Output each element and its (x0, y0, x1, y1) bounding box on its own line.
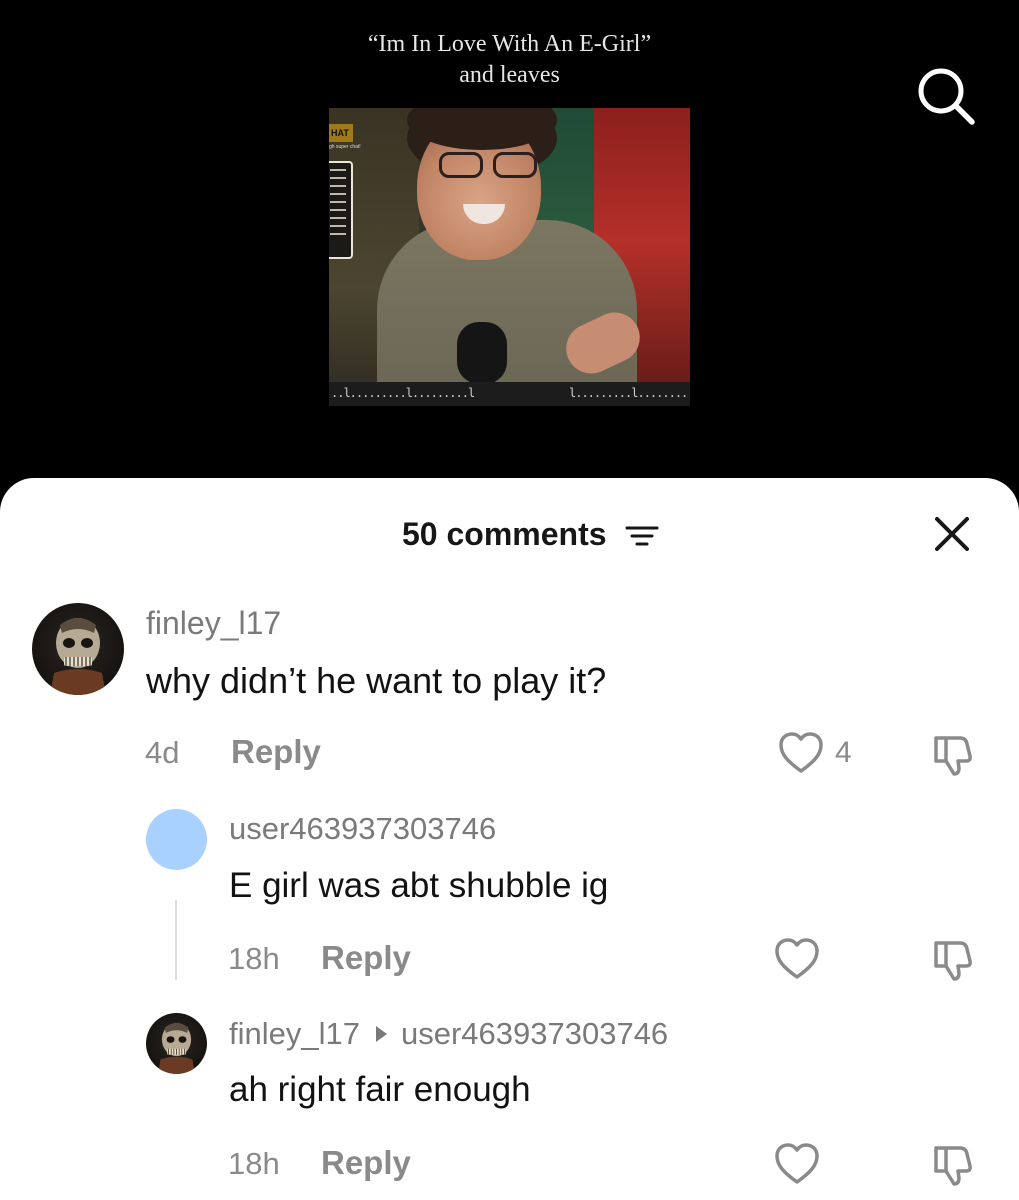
comment-username[interactable]: finley_l17 (146, 605, 281, 642)
dislike-button[interactable] (930, 1140, 978, 1193)
thumbs-down-icon (934, 736, 972, 776)
heart-icon (775, 938, 819, 979)
close-icon (935, 517, 969, 551)
search-icon (918, 68, 975, 125)
streamer-glasses (493, 152, 537, 178)
video-caption-line-2: and leaves (459, 62, 560, 88)
comment-text: why didn’t he want to play it? (146, 660, 607, 701)
sort-icon (625, 526, 659, 546)
like-count: 4 (835, 736, 852, 769)
reply-button[interactable]: Reply (321, 939, 411, 977)
comment-username[interactable]: user463937303746 (229, 811, 496, 847)
streamer-glasses (439, 152, 483, 178)
dislike-button[interactable] (930, 935, 978, 988)
heart-icon (775, 1143, 819, 1184)
heart-icon (779, 732, 823, 773)
stream-chat-box (329, 161, 353, 259)
thumbs-down-icon (934, 1146, 972, 1186)
video-area[interactable]: “Im In Love With An E-Girl” and leaves H… (0, 0, 1019, 500)
thread-line (175, 900, 177, 980)
comments-count: 50 comments (402, 516, 607, 552)
reply-button[interactable]: Reply (321, 1144, 411, 1182)
comments-header: 50 comments (0, 508, 1019, 558)
dislike-button[interactable] (930, 730, 978, 783)
skull-avatar-icon (157, 1022, 196, 1074)
like-button[interactable] (773, 936, 821, 987)
comment-username[interactable]: finley_l17 (229, 1016, 360, 1051)
search-button[interactable] (912, 62, 978, 128)
stream-overlay-ticks: l.........l.........l... (569, 386, 690, 400)
comment-timestamp: 18h (228, 1146, 280, 1181)
skull-avatar-icon (50, 618, 106, 695)
reply-button[interactable]: Reply (231, 733, 321, 771)
like-button[interactable] (773, 1141, 821, 1192)
avatar[interactable] (146, 1013, 207, 1074)
reply-to-username[interactable]: user463937303746 (401, 1016, 668, 1051)
microphone (457, 322, 507, 384)
sort-button[interactable] (624, 520, 660, 550)
like-button[interactable] (777, 730, 825, 781)
thumbs-down-icon (934, 941, 972, 981)
close-button[interactable] (931, 513, 973, 555)
video-caption-line-1: “Im In Love With An E-Girl” (367, 31, 652, 57)
video-caption: “Im In Love With An E-Girl” and leaves (0, 29, 1019, 91)
comment-username-line: finley_l17 user463937303746 (229, 1016, 668, 1052)
comment-text: E girl was abt shubble ig (229, 866, 609, 905)
comment-text: ah right fair enough (229, 1070, 531, 1109)
video-frame[interactable]: HAT gh super chat! ..l.........l........… (329, 108, 690, 406)
avatar[interactable] (32, 603, 124, 695)
comment-timestamp: 18h (228, 941, 280, 976)
stream-chat-tab: HAT (329, 124, 353, 142)
stream-chat-subtitle: gh super chat! (329, 144, 361, 150)
default-avatar-icon (146, 809, 207, 870)
stream-overlay-ticks: ..l.........l.........l (331, 386, 475, 400)
avatar[interactable] (146, 809, 207, 870)
reply-to-arrow-icon (375, 1026, 387, 1042)
comment-timestamp: 4d (145, 735, 180, 770)
